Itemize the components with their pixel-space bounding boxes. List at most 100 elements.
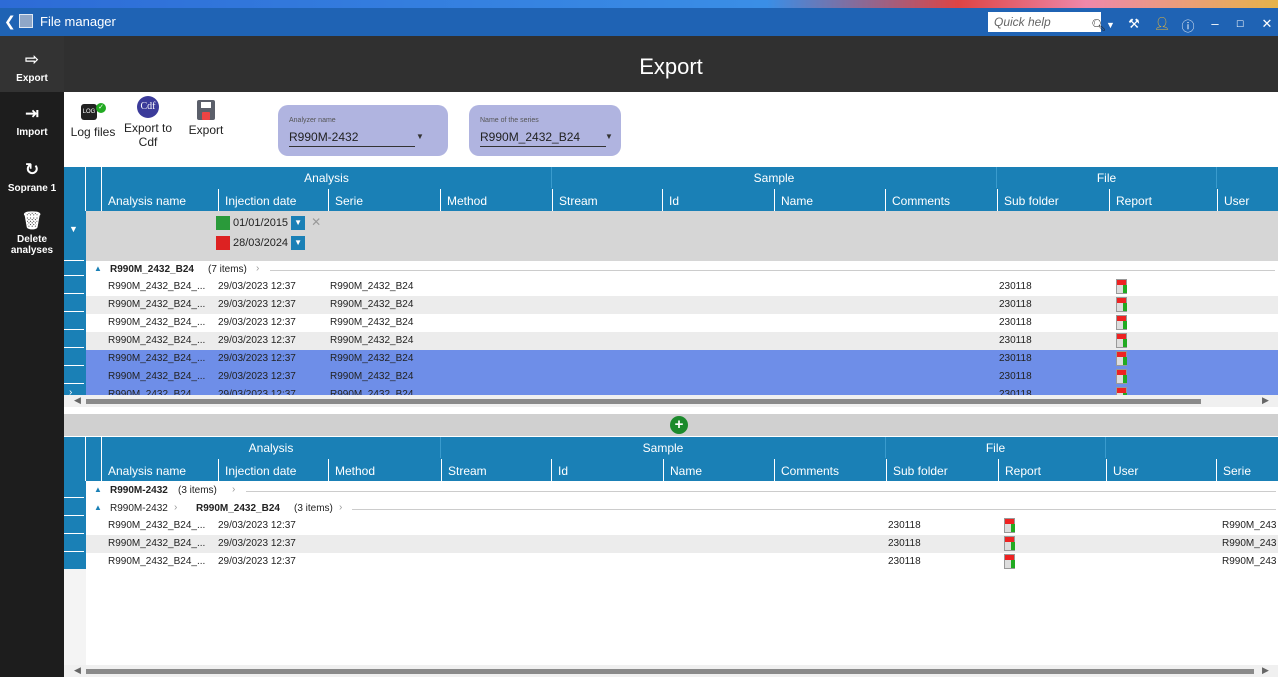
scrollbar-thumb[interactable] bbox=[86, 669, 1254, 674]
column-comments[interactable]: Comments bbox=[885, 189, 997, 211]
row-selector[interactable] bbox=[64, 277, 84, 294]
maximize-icon[interactable]: ☐ bbox=[1230, 19, 1250, 30]
group-header-sample: Sample bbox=[441, 437, 886, 458]
back-arrow-icon[interactable]: ❮ bbox=[4, 13, 18, 29]
group-divider bbox=[352, 509, 1276, 510]
row-selector[interactable] bbox=[64, 481, 84, 498]
table-row[interactable]: R990M_2432_B24_... 29/03/2023 12:37 R990M_… bbox=[86, 350, 1278, 368]
close-icon[interactable]: ✕ bbox=[1257, 16, 1277, 32]
group-row-series[interactable]: ▲ R990M-2432 › R990M_2432_B24 (3 items) … bbox=[86, 501, 1278, 517]
column-analysis-name[interactable]: Analysis name bbox=[102, 189, 218, 211]
column-stream[interactable]: Stream bbox=[552, 189, 662, 211]
report-icon[interactable] bbox=[1004, 518, 1015, 533]
column-serie[interactable]: Serie bbox=[328, 189, 440, 211]
chevron-down-icon[interactable]: ▼ bbox=[291, 216, 306, 231]
table-row[interactable]: R990M_2432_B24_... 29/03/2023 12:37 230118… bbox=[86, 553, 1278, 571]
info-icon[interactable]: ⓘ bbox=[1178, 16, 1198, 35]
quick-help-input[interactable]: Quick help bbox=[988, 12, 1101, 32]
cell-analysis-name: R990M_2432_B24_... bbox=[108, 371, 206, 382]
column-name[interactable]: Name bbox=[774, 189, 885, 211]
column-report[interactable]: Report bbox=[998, 459, 1106, 481]
column-analysis-name[interactable]: Analysis name bbox=[102, 459, 218, 481]
report-icon[interactable] bbox=[1116, 333, 1127, 348]
analyzer-name-combo[interactable]: Analyzer name R990M-2432 ▼ bbox=[278, 105, 448, 156]
table-row[interactable]: R990M_2432_B24_... 29/03/2023 12:37 R990M_… bbox=[86, 296, 1278, 314]
user-icon[interactable]: 👤︎ bbox=[1152, 16, 1172, 32]
collapse-icon[interactable]: ▲ bbox=[94, 264, 102, 273]
scrollbar-thumb[interactable] bbox=[86, 399, 1201, 404]
report-icon[interactable] bbox=[1116, 369, 1127, 384]
collapse-icon[interactable]: ▲ bbox=[94, 503, 102, 512]
column-chooser-button[interactable] bbox=[86, 437, 102, 481]
scroll-left-icon[interactable]: ◀ bbox=[74, 395, 81, 406]
column-user[interactable]: User bbox=[1217, 189, 1278, 211]
row-selector[interactable] bbox=[64, 553, 84, 570]
row-selector[interactable] bbox=[64, 367, 84, 384]
row-selector[interactable] bbox=[64, 349, 84, 366]
scroll-right-icon[interactable]: ▶ bbox=[1262, 665, 1269, 676]
column-stream[interactable]: Stream bbox=[441, 459, 551, 481]
export-button[interactable]: Export bbox=[184, 100, 228, 137]
row-selector[interactable] bbox=[64, 535, 84, 552]
table-row[interactable]: R990M_2432_B24_... 29/03/2023 12:37 230118… bbox=[86, 535, 1278, 553]
minimize-icon[interactable]: – bbox=[1205, 16, 1225, 31]
scroll-left-icon[interactable]: ◀ bbox=[74, 665, 81, 676]
column-chooser-button[interactable] bbox=[86, 167, 102, 211]
row-selector[interactable] bbox=[64, 313, 84, 330]
column-serie[interactable]: Serie bbox=[1216, 459, 1278, 481]
column-sub-folder[interactable]: Sub folder bbox=[886, 459, 998, 481]
column-method[interactable]: Method bbox=[328, 459, 441, 481]
column-injection-date[interactable]: Injection date bbox=[218, 189, 328, 211]
title-bar-row: ❮ File manager Quick help 🔍︎ ▼ ⚒ 👤︎ ⓘ – … bbox=[0, 8, 1278, 36]
row-selector[interactable] bbox=[64, 517, 84, 534]
table-row[interactable]: R990M_2432_B24_... 29/03/2023 12:37 R990M_… bbox=[86, 332, 1278, 350]
sidebar-item-soprane[interactable]: ↻ Soprane 1 bbox=[0, 160, 64, 194]
chevron-down-icon[interactable]: ▼ bbox=[1106, 20, 1115, 30]
column-method[interactable]: Method bbox=[440, 189, 552, 211]
column-name[interactable]: Name bbox=[663, 459, 774, 481]
date-to-filter[interactable]: 28/03/2024 ▼ bbox=[216, 236, 306, 252]
search-icon[interactable]: 🔍︎ bbox=[1091, 18, 1106, 32]
sidebar-item-delete-analyses[interactable]: 🗑︎ Delete analyses bbox=[0, 211, 64, 256]
sidebar-item-export[interactable]: ⇨ Export bbox=[0, 36, 64, 92]
row-selector[interactable] bbox=[64, 262, 84, 276]
scroll-right-icon[interactable]: ▶ bbox=[1262, 395, 1269, 406]
export-cdf-button[interactable]: Cdf Export to Cdf bbox=[120, 96, 176, 149]
report-icon[interactable] bbox=[1116, 297, 1127, 312]
column-report[interactable]: Report bbox=[1109, 189, 1217, 211]
row-selector[interactable] bbox=[64, 295, 84, 312]
chevron-down-icon[interactable]: ▼ bbox=[291, 236, 306, 250]
filter-icon[interactable]: ▼ bbox=[64, 211, 84, 261]
collapse-icon[interactable]: ▲ bbox=[94, 485, 102, 494]
column-id[interactable]: Id bbox=[551, 459, 663, 481]
log-files-button[interactable]: LOG ✓ Log files bbox=[68, 102, 118, 139]
clear-filter-icon[interactable]: ✕ bbox=[311, 215, 321, 229]
sidebar-item-import[interactable]: ⇥ Import bbox=[0, 104, 64, 138]
column-user[interactable]: User bbox=[1106, 459, 1216, 481]
report-icon[interactable] bbox=[1004, 554, 1015, 569]
horizontal-scrollbar[interactable]: ◀ ▶ bbox=[64, 395, 1278, 407]
table-row[interactable]: R990M_2432_B24_... 29/03/2023 12:37 R990M_… bbox=[86, 278, 1278, 296]
report-icon[interactable] bbox=[1004, 536, 1015, 551]
add-button[interactable]: + bbox=[670, 416, 688, 434]
group-row-analyzer[interactable]: ▲ R990M-2432 (3 items) › bbox=[86, 483, 1278, 499]
report-icon[interactable] bbox=[1116, 351, 1127, 366]
column-id[interactable]: Id bbox=[662, 189, 774, 211]
date-from-filter[interactable]: 01/01/2015 ▼ ✕ bbox=[216, 215, 321, 231]
table-row[interactable]: R990M_2432_B24_... 29/03/2023 12:37 R990M_… bbox=[86, 368, 1278, 386]
chevron-right-icon: › bbox=[339, 502, 343, 513]
row-selector[interactable] bbox=[64, 499, 84, 516]
tools-icon[interactable]: ⚒ bbox=[1124, 16, 1144, 32]
column-injection-date[interactable]: Injection date bbox=[218, 459, 328, 481]
group-row[interactable]: ▲ R990M_2432_B24 (7 items) › bbox=[86, 262, 1278, 278]
row-selector[interactable] bbox=[64, 331, 84, 348]
table-row[interactable]: R990M_2432_B24_... 29/03/2023 12:37 R990M_… bbox=[86, 314, 1278, 332]
horizontal-scrollbar[interactable]: ◀ ▶ bbox=[64, 665, 1278, 677]
table-row[interactable]: R990M_2432_B24_... 29/03/2023 12:37 230118… bbox=[86, 517, 1278, 535]
column-sub-folder[interactable]: Sub folder bbox=[997, 189, 1109, 211]
group-name: R990M_2432_B24 bbox=[110, 264, 194, 275]
series-name-combo[interactable]: Name of the series R990M_2432_B24 ▼ bbox=[469, 105, 621, 156]
report-icon[interactable] bbox=[1116, 279, 1127, 294]
column-comments[interactable]: Comments bbox=[774, 459, 886, 481]
report-icon[interactable] bbox=[1116, 315, 1127, 330]
